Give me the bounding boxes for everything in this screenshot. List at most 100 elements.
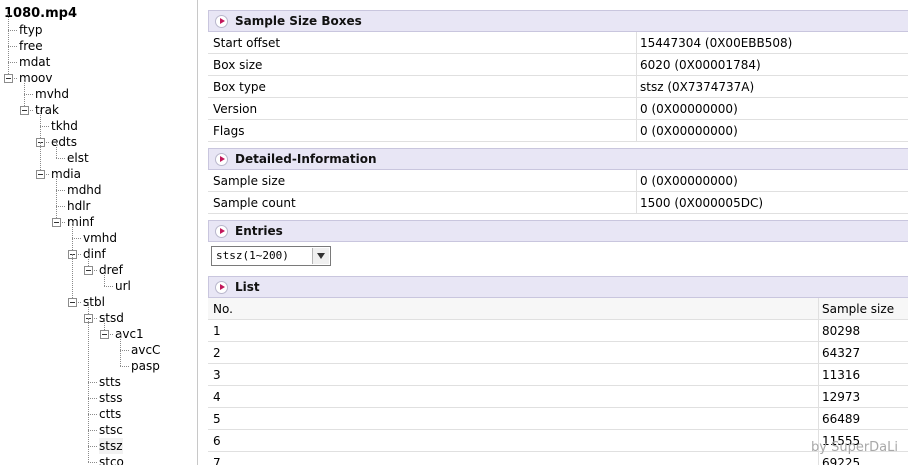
tree-item[interactable]: vmhd (0, 230, 197, 246)
tree-item[interactable]: stsz (0, 438, 197, 454)
tree-item[interactable]: dref (0, 262, 197, 278)
collapse-arrow-icon[interactable] (215, 280, 228, 294)
sample-size-value: 11316 (822, 368, 861, 382)
tree-item[interactable]: trak (0, 102, 197, 118)
collapse-arrow-icon[interactable] (215, 152, 228, 166)
property-name: Box size (213, 58, 263, 72)
tree-item[interactable]: mdhd (0, 182, 197, 198)
tree-item[interactable]: stsd (0, 310, 197, 326)
tree-item[interactable]: free (0, 38, 197, 54)
tree-item-label: hdlr (67, 199, 91, 213)
sample-size-value: 64327 (822, 346, 861, 360)
tree-item-label: ftyp (19, 23, 43, 37)
tree-item[interactable]: avc1 (0, 326, 197, 342)
tree-item-label: stbl (83, 295, 105, 309)
collapse-toggle-icon[interactable] (4, 74, 13, 83)
tree-item-label: mdhd (67, 183, 102, 197)
column-header-sample-size[interactable]: Sample size (822, 298, 894, 320)
tree-item[interactable]: ftyp (0, 22, 197, 38)
column-divider (636, 76, 637, 98)
tree-item[interactable]: url (0, 278, 197, 294)
tree-item-label: stts (99, 375, 121, 389)
tree-item[interactable]: pasp (0, 358, 197, 374)
property-row[interactable]: Sample count 1500 (0X000005DC) (208, 192, 908, 214)
tree-item[interactable]: moov (0, 70, 197, 86)
property-row[interactable]: Version 0 (0X00000000) (208, 98, 908, 120)
tree-item[interactable]: avcC (0, 342, 197, 358)
sample-number: 4 (213, 390, 221, 404)
chevron-down-icon[interactable] (312, 248, 329, 264)
column-divider (818, 320, 819, 342)
tree-item[interactable]: stss (0, 390, 197, 406)
tree-item[interactable]: mdat (0, 54, 197, 70)
section-title: Detailed-Information (235, 152, 377, 166)
tree-item[interactable]: elst (0, 150, 197, 166)
section-entries[interactable]: Entries (208, 220, 908, 242)
tree-item[interactable]: stco (0, 454, 197, 465)
collapse-arrow-icon[interactable] (215, 224, 228, 238)
list-row[interactable]: 4 12973 (208, 386, 908, 408)
property-name: Sample count (213, 196, 296, 210)
section-list[interactable]: List (208, 276, 908, 298)
column-divider (818, 342, 819, 364)
entries-range-select[interactable]: stsz(1~200) (211, 246, 331, 266)
collapse-toggle-icon[interactable] (100, 330, 109, 339)
tree-item[interactable]: stsc (0, 422, 197, 438)
column-divider (636, 192, 637, 214)
property-name: Box type (213, 80, 266, 94)
tree-item[interactable]: stbl (0, 294, 197, 310)
property-row[interactable]: Flags 0 (0X00000000) (208, 120, 908, 142)
detail-panel: Sample Size Boxes Start offset 15447304 (… (205, 0, 908, 465)
tree-item[interactable]: minf (0, 214, 197, 230)
tree-item[interactable]: dinf (0, 246, 197, 262)
property-row[interactable]: Sample size 0 (0X00000000) (208, 170, 908, 192)
section-title: Sample Size Boxes (235, 14, 362, 28)
tree-item[interactable]: ctts (0, 406, 197, 422)
collapse-toggle-icon[interactable] (36, 170, 45, 179)
property-name: Version (213, 102, 258, 116)
tree-item[interactable]: hdlr (0, 198, 197, 214)
tree-root-label: 1080.mp4 (4, 6, 78, 21)
list-row[interactable]: 2 64327 (208, 342, 908, 364)
column-divider (636, 170, 637, 192)
column-divider (636, 54, 637, 76)
sample-size-value: 66489 (822, 412, 861, 426)
list-row[interactable]: 6 11555 (208, 430, 908, 452)
entries-range-value: stsz(1~200) (216, 249, 289, 262)
tree-item[interactable]: mvhd (0, 86, 197, 102)
tree-item-label: stsd (99, 311, 124, 325)
list-row[interactable]: 3 11316 (208, 364, 908, 386)
property-row[interactable]: Box type stsz (0X7374737A) (208, 76, 908, 98)
property-row[interactable]: Start offset 15447304 (0X00EBB508) (208, 32, 908, 54)
list-row[interactable]: 7 69225 (208, 452, 908, 465)
column-header-no[interactable]: No. (213, 298, 233, 320)
tree-item-label: avcC (131, 343, 161, 357)
column-divider (636, 32, 637, 54)
list-row[interactable]: 1 80298 (208, 320, 908, 342)
sample-number: 1 (213, 324, 221, 338)
tree-item-label: stsz (99, 438, 123, 454)
collapse-toggle-icon[interactable] (84, 266, 93, 275)
property-row[interactable]: Box size 6020 (0X00001784) (208, 54, 908, 76)
section-sample-size-boxes[interactable]: Sample Size Boxes (208, 10, 908, 32)
collapse-toggle-icon[interactable] (20, 106, 29, 115)
tree-item-label: url (115, 279, 131, 293)
property-value: 1500 (0X000005DC) (640, 196, 763, 210)
column-divider (636, 98, 637, 120)
property-value: 0 (0X00000000) (640, 124, 738, 138)
tree-item-label: stco (99, 455, 124, 465)
tree-item-label: elst (67, 151, 89, 165)
tree-item-label: pasp (131, 359, 160, 373)
tree-item[interactable]: stts (0, 374, 197, 390)
collapse-arrow-icon[interactable] (215, 14, 228, 28)
list-row[interactable]: 5 66489 (208, 408, 908, 430)
property-name: Flags (213, 124, 245, 138)
tree-item[interactable]: tkhd (0, 118, 197, 134)
tree-item[interactable]: mdia (0, 166, 197, 182)
collapse-toggle-icon[interactable] (52, 218, 61, 227)
tree-item[interactable]: edts (0, 134, 197, 150)
column-divider (818, 386, 819, 408)
section-detailed-information[interactable]: Detailed-Information (208, 148, 908, 170)
collapse-toggle-icon[interactable] (68, 298, 77, 307)
property-name: Sample size (213, 174, 286, 188)
